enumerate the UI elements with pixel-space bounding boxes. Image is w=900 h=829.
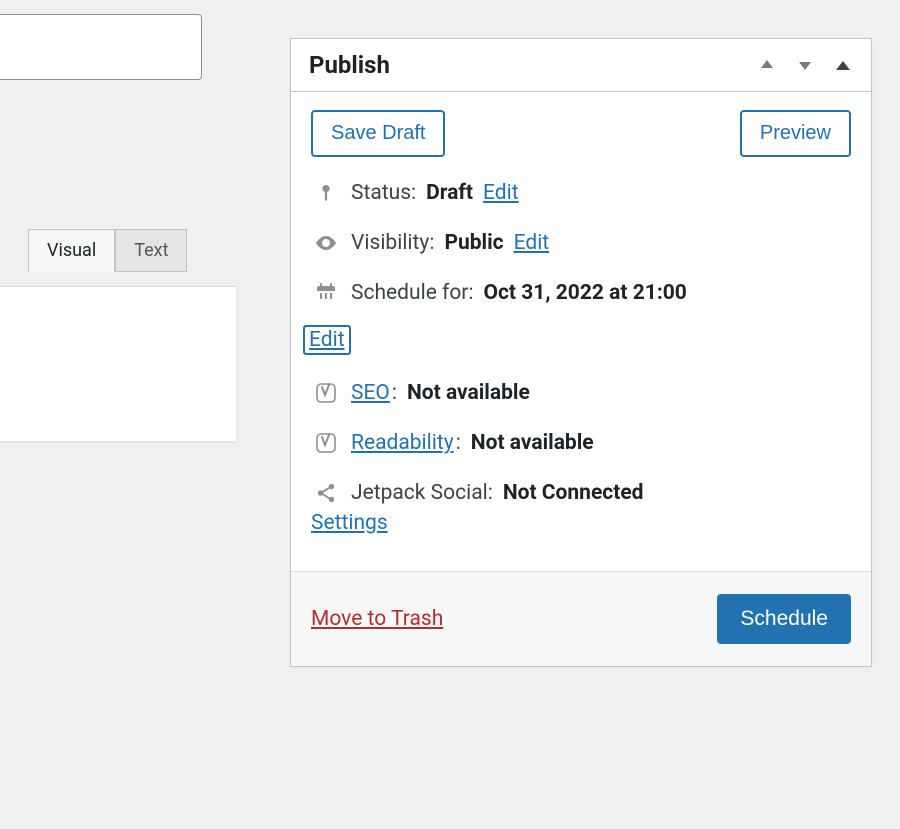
tab-text[interactable]: Text	[115, 229, 187, 272]
publish-body: Save Draft Preview Status: Draft Edit Vi…	[291, 92, 871, 571]
status-row: Status: Draft Edit	[311, 181, 851, 205]
move-to-trash-link[interactable]: Move to Trash	[311, 607, 443, 631]
jetpack-label: Jetpack Social:	[351, 481, 493, 505]
yoast-icon	[311, 381, 341, 405]
readability-row: Readability: Not available	[311, 431, 851, 455]
visibility-value: Public	[444, 231, 503, 255]
readability-value: Not available	[471, 431, 594, 455]
publish-header: Publish	[291, 39, 871, 92]
schedule-edit-link[interactable]: Edit	[303, 325, 351, 355]
tab-visual[interactable]: Visual	[28, 229, 115, 272]
jetpack-settings-row: Settings	[311, 511, 851, 535]
seo-sep: :	[392, 381, 397, 405]
visibility-row: Visibility: Public Edit	[311, 231, 851, 255]
schedule-value: Oct 31, 2022 at 21:00	[484, 281, 687, 305]
seo-link[interactable]: SEO	[351, 381, 390, 405]
jetpack-settings-link[interactable]: Settings	[311, 511, 388, 535]
editor-canvas[interactable]	[0, 286, 236, 441]
preview-button[interactable]: Preview	[740, 110, 851, 157]
collapse-toggle-icon[interactable]	[833, 55, 853, 75]
readability-link[interactable]: Readability	[351, 431, 454, 455]
schedule-row: Schedule for: Oct 31, 2022 at 21:00 Edit	[311, 281, 851, 355]
visibility-edit-link[interactable]: Edit	[514, 231, 550, 255]
readability-sep: :	[456, 431, 461, 455]
move-down-icon[interactable]	[795, 55, 815, 75]
jetpack-social-row: Jetpack Social: Not Connected	[311, 481, 851, 505]
status-value: Draft	[426, 181, 473, 205]
move-up-icon[interactable]	[757, 55, 777, 75]
status-label: Status:	[351, 181, 416, 205]
jetpack-value: Not Connected	[503, 481, 644, 505]
status-edit-link[interactable]: Edit	[483, 181, 519, 205]
eye-icon	[311, 231, 341, 255]
publish-metabox: Publish Save Draft Preview Status: Draft	[290, 38, 872, 667]
seo-row: SEO: Not available	[311, 381, 851, 405]
yoast-icon	[311, 431, 341, 455]
publish-footer: Move to Trash Schedule	[291, 571, 871, 666]
publish-title: Publish	[309, 51, 390, 79]
editor-tabs: Visual Text	[28, 229, 187, 272]
save-draft-button[interactable]: Save Draft	[311, 110, 445, 157]
calendar-icon	[311, 281, 341, 305]
schedule-label: Schedule for:	[351, 281, 474, 305]
post-title-input[interactable]	[0, 14, 202, 80]
seo-value: Not available	[407, 381, 530, 405]
pin-icon	[311, 182, 341, 204]
share-icon	[311, 482, 341, 504]
visibility-label: Visibility:	[351, 231, 434, 255]
schedule-button[interactable]: Schedule	[717, 594, 851, 644]
